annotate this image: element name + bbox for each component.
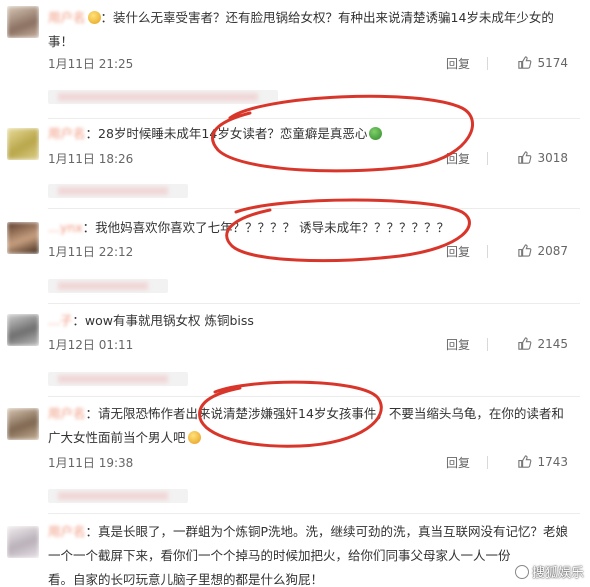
- divider: [487, 456, 488, 469]
- comment-meta: 1月11日 21:25 回复 5174: [48, 55, 568, 73]
- username[interactable]: 用户名: [48, 406, 86, 421]
- avatar[interactable]: [7, 314, 39, 346]
- comment-meta: 1月11日 19:38 回复 1743: [48, 454, 568, 472]
- watermark-text: 搜狐娱乐: [531, 566, 584, 581]
- reply-button[interactable]: 回复: [446, 55, 470, 72]
- thumbs-up-icon: [518, 455, 532, 468]
- username[interactable]: 用户名: [48, 10, 86, 25]
- sick-emoji-icon: [369, 127, 383, 140]
- comment-meta: 1月11日 18:26 回复 3018: [48, 150, 568, 168]
- divider: [48, 303, 580, 304]
- like-count: 5174: [537, 55, 568, 70]
- thumbs-up-icon: [518, 244, 532, 257]
- username[interactable]: ...子: [48, 313, 72, 328]
- reply-button[interactable]: 回复: [446, 336, 470, 353]
- reply-button[interactable]: 回复: [446, 454, 470, 471]
- collapsed-replies[interactable]: [48, 90, 278, 104]
- like-count: 2087: [537, 243, 568, 258]
- divider: [48, 513, 580, 514]
- smile-emoji-icon: [187, 431, 201, 444]
- avatar[interactable]: [7, 6, 39, 38]
- like-button[interactable]: 2145: [517, 336, 568, 351]
- avatar[interactable]: [7, 526, 39, 558]
- divider: [48, 208, 580, 209]
- avatar[interactable]: [7, 128, 39, 160]
- reply-button[interactable]: 回复: [446, 150, 470, 167]
- collapsed-replies[interactable]: [48, 184, 188, 198]
- thumbs-up-icon: [518, 151, 532, 164]
- timestamp: 1月12日 01:11: [48, 338, 134, 352]
- comment-text: 用户名：请无限恐怖作者出来说清楚涉嫌强奸14岁女孩事件，不要当缩头乌龟，在你的读…: [48, 406, 564, 445]
- divider: [487, 152, 488, 165]
- timestamp: 1月11日 21:25: [48, 57, 134, 71]
- username[interactable]: 用户名: [48, 126, 86, 141]
- collapsed-replies[interactable]: [48, 489, 188, 503]
- comment-meta: 1月11日 22:12 回复 2087: [48, 243, 568, 261]
- thumbs-up-icon: [518, 56, 532, 69]
- comment-text: ...子：wow有事就甩锅女权 炼铜biss: [48, 313, 254, 328]
- divider: [487, 57, 488, 70]
- watermark: 搜狐娱乐: [514, 562, 584, 581]
- collapsed-replies[interactable]: [48, 372, 188, 386]
- reply-button[interactable]: 回复: [446, 243, 470, 260]
- comment-text: ...ynx：我他妈喜欢你喜欢了七年？？？？？ 诱导未成年？？？？？？？: [48, 220, 450, 235]
- comment-text: 用户名 ：装什么无辜受害者？还有脸甩锅给女权？有种出来说清楚诱骗14岁未成年少女的…: [48, 10, 554, 49]
- username[interactable]: 用户名: [48, 524, 86, 539]
- comment-meta: 1月12日 01:11 回复 2145: [48, 336, 568, 354]
- like-button[interactable]: 3018: [517, 150, 568, 165]
- like-button[interactable]: 2087: [517, 243, 568, 258]
- comment-text: 用户名：真是长眼了，一群蛆为个炼铜P洗地。洗，继续可劲的洗，真当互联网没有记忆？…: [48, 524, 569, 563]
- avatar[interactable]: [7, 408, 39, 440]
- like-count: 1743: [537, 454, 568, 469]
- like-count: 2145: [537, 336, 568, 351]
- avatar[interactable]: [7, 222, 39, 254]
- collapsed-replies[interactable]: [48, 279, 168, 293]
- comment-text-continued: 看。自家的长叼玩意儿脑子里想的都是什么狗屁！: [48, 572, 324, 587]
- divider: [487, 338, 488, 351]
- laugh-emoji-icon: [87, 11, 101, 24]
- like-button[interactable]: 5174: [517, 55, 568, 70]
- comment-text: 用户名：28岁时候睡未成年14岁女读者？恋童癖是真恶心: [48, 122, 572, 146]
- timestamp: 1月11日 22:12: [48, 245, 134, 259]
- divider: [48, 118, 580, 119]
- timestamp: 1月11日 18:26: [48, 152, 134, 166]
- thumbs-up-icon: [518, 337, 532, 350]
- username[interactable]: ...ynx: [48, 220, 83, 235]
- like-count: 3018: [537, 150, 568, 165]
- like-button[interactable]: 1743: [517, 454, 568, 469]
- sohu-logo-icon: [514, 564, 529, 579]
- divider: [48, 396, 580, 397]
- timestamp: 1月11日 19:38: [48, 456, 134, 470]
- divider: [487, 245, 488, 258]
